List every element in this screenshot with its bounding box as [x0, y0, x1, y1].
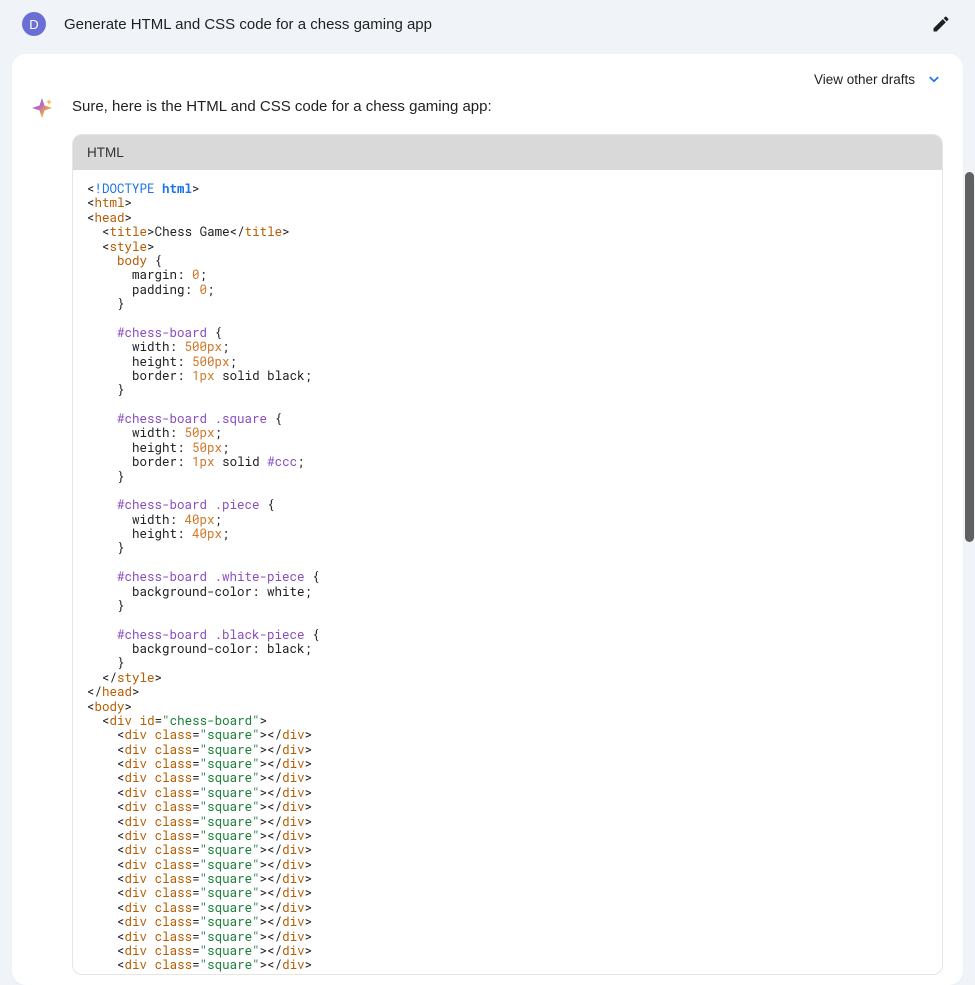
code-content: <!DOCTYPE html> <html> <head> <title>Che… [73, 170, 942, 974]
response-card: View other drafts [12, 54, 963, 985]
chevron-down-icon[interactable] [925, 70, 943, 88]
user-avatar: D [22, 12, 46, 36]
scrollbar-thumb[interactable] [965, 172, 974, 542]
view-drafts-link[interactable]: View other drafts [814, 72, 915, 87]
scrollbar-track[interactable] [964, 0, 975, 985]
avatar-letter: D [29, 17, 38, 32]
user-turn: D Generate HTML and CSS code for a chess… [12, 0, 963, 54]
response-intro: Sure, here is the HTML and CSS code for … [72, 96, 492, 115]
edit-icon[interactable] [929, 12, 953, 36]
user-prompt-text: Generate HTML and CSS code for a chess g… [64, 16, 929, 33]
code-lang-label: HTML [73, 135, 942, 170]
intro-row: Sure, here is the HTML and CSS code for … [12, 96, 963, 134]
sparkle-icon [30, 96, 54, 120]
drafts-row: View other drafts [12, 70, 963, 96]
code-block: HTML <!DOCTYPE html> <html> <head> <titl… [72, 134, 943, 975]
